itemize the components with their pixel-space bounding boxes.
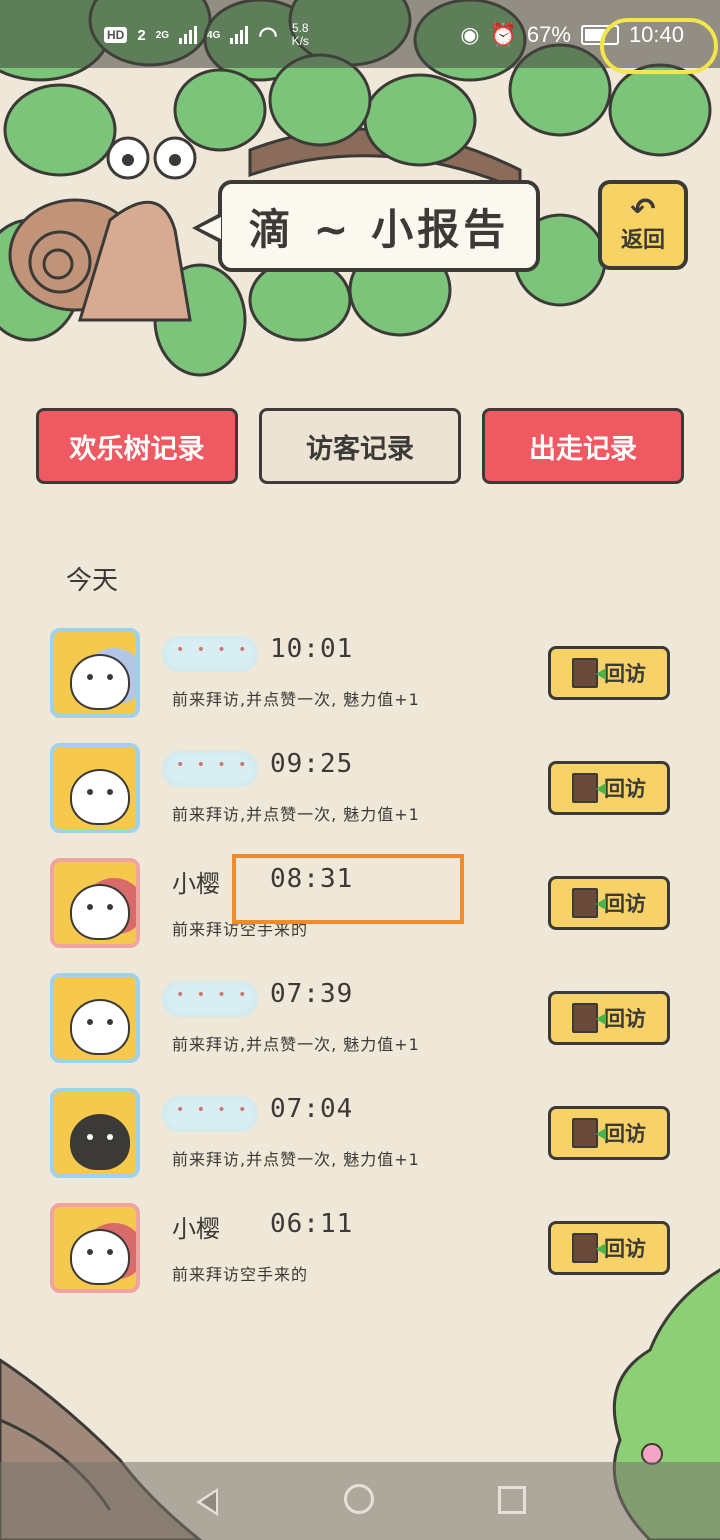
blurred-name	[162, 636, 258, 672]
time-annotation-box	[232, 854, 464, 924]
panda-avatar[interactable]	[50, 743, 140, 833]
avatar-face	[70, 769, 130, 825]
panda-avatar[interactable]	[50, 973, 140, 1063]
speed-value: 5.8	[291, 21, 309, 35]
door-icon	[572, 1233, 606, 1263]
revisit-button[interactable]: 回访	[548, 1221, 670, 1275]
revisit-label: 回访	[604, 777, 646, 801]
time-annotation-circle	[600, 18, 718, 74]
visit-description: 前来拜访,并点赞一次, 魅力值+1	[172, 805, 420, 824]
wifi-icon: ◠	[258, 22, 278, 47]
visit-time: 07:39	[270, 979, 354, 1009]
speed-unit: K/s	[291, 34, 309, 48]
revisit-button[interactable]: 回访	[548, 1106, 670, 1160]
revisit-button[interactable]: 回访	[548, 876, 670, 930]
revisit-label: 回访	[604, 1007, 646, 1031]
record-tabs: 欢乐树记录 访客记录 出走记录	[36, 408, 684, 486]
nav-recent-apps-icon[interactable]	[498, 1486, 526, 1514]
hd-badge: HD	[104, 27, 128, 43]
revisit-button[interactable]: 回访	[548, 646, 670, 700]
revisit-button[interactable]: 回访	[548, 991, 670, 1045]
list-item: 07:39 前来拜访,并点赞一次, 魅力值+1 回访	[0, 965, 720, 1080]
network-speed: 5.8 K/s	[292, 22, 309, 48]
visit-time: 06:11	[270, 1209, 354, 1239]
pink-hedgehog-avatar[interactable]	[50, 858, 140, 948]
door-icon	[572, 773, 606, 803]
nav-home-icon[interactable]	[344, 1484, 374, 1514]
pink-hedgehog-avatar[interactable]	[50, 1203, 140, 1293]
revisit-label: 回访	[604, 1122, 646, 1146]
blurred-name	[162, 751, 258, 787]
list-item: 小樱 06:11 前来拜访空手来的 回访	[0, 1195, 720, 1310]
back-arrow-icon: ↶	[630, 192, 656, 227]
blurred-name	[162, 1096, 258, 1132]
visit-time: 10:01	[270, 634, 354, 664]
system-nav-bar	[0, 1462, 720, 1540]
alarm-icon: ⏰	[489, 22, 517, 47]
door-icon	[572, 658, 606, 688]
hedgehog-avatar[interactable]	[50, 628, 140, 718]
avatar-face	[70, 999, 130, 1055]
tab-happy-tree-record[interactable]: 欢乐树记录	[36, 408, 238, 484]
battery-percent: 67%	[526, 22, 571, 47]
signal-icon	[179, 26, 198, 44]
door-icon	[572, 1003, 606, 1033]
visit-description: 前来拜访,并点赞一次, 魅力值+1	[172, 1035, 420, 1054]
list-item: 10:01 前来拜访,并点赞一次, 魅力值+1 回访	[0, 620, 720, 735]
nav-back-icon-inner	[201, 1492, 216, 1512]
net-4g-label: 4G	[207, 29, 221, 41]
tab-leave-record[interactable]: 出走记录	[482, 408, 684, 484]
blurred-name	[162, 981, 258, 1017]
sim-number: 2	[137, 26, 146, 44]
app-screen: HD 2 2G 4G ◠ 5.8 K/s ◉ ⏰ 67% 10:40 滴 ~ 小…	[0, 0, 720, 1540]
revisit-button[interactable]: 回访	[548, 761, 670, 815]
signal-icon-2	[230, 26, 249, 44]
back-label: 返回	[620, 228, 665, 253]
visitor-name: 小樱	[172, 1215, 220, 1243]
visitor-name: 小樱	[172, 870, 220, 898]
door-icon	[572, 888, 606, 918]
avatar-face	[70, 884, 130, 940]
status-left: HD 2 2G 4G ◠ 5.8 K/s	[104, 22, 309, 48]
back-button[interactable]: ↶ 返回	[598, 180, 688, 270]
visit-description: 前来拜访,并点赞一次, 魅力值+1	[172, 1150, 420, 1169]
revisit-label: 回访	[604, 892, 646, 916]
avatar-face	[70, 1229, 130, 1285]
penguin-avatar[interactable]	[50, 1088, 140, 1178]
visit-description: 前来拜访,并点赞一次, 魅力值+1	[172, 690, 420, 709]
net-2g-label: 2G	[155, 29, 170, 41]
revisit-label: 回访	[604, 1237, 646, 1261]
bubble-tail-inner	[199, 217, 221, 239]
eye-icon: ◉	[460, 22, 480, 47]
tab-visitor-record[interactable]: 访客记录	[259, 408, 461, 484]
avatar-face	[70, 1114, 130, 1170]
section-today-label: 今天	[66, 566, 119, 596]
visit-description: 前来拜访空手来的	[172, 1265, 309, 1284]
visit-time: 09:25	[270, 749, 354, 779]
revisit-label: 回访	[604, 662, 646, 686]
door-icon	[572, 1118, 606, 1148]
list-item: 09:25 前来拜访,并点赞一次, 魅力值+1 回访	[0, 735, 720, 850]
avatar-face	[70, 654, 130, 710]
list-item: 07:04 前来拜访,并点赞一次, 魅力值+1 回访	[0, 1080, 720, 1195]
visit-time: 07:04	[270, 1094, 354, 1124]
page-title: 滴 ~ 小报告	[218, 180, 540, 272]
